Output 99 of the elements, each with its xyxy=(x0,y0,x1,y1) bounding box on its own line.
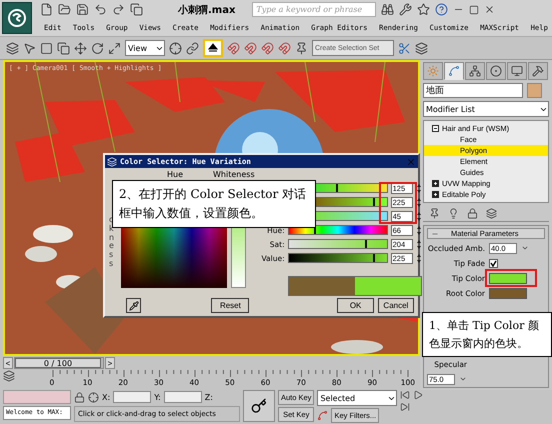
coordinate-label: Y: xyxy=(154,392,161,402)
panel-tab[interactable] xyxy=(465,62,485,80)
column-label: Whiteness xyxy=(213,170,255,179)
time-slider-thumb[interactable]: 0 / 100 xyxy=(15,358,101,368)
spinner-arrows-icon[interactable] xyxy=(416,210,422,222)
expand-box-icon[interactable] xyxy=(432,191,439,198)
panel-tab[interactable] xyxy=(444,62,464,80)
spinner-arrows-icon[interactable] xyxy=(416,182,422,194)
reset-button[interactable]: Reset xyxy=(211,298,250,313)
rotate-icon[interactable] xyxy=(91,42,104,54)
move-icon[interactable] xyxy=(74,42,87,54)
spinner-arrows-icon[interactable] xyxy=(416,238,422,250)
go-to-start-icon[interactable] xyxy=(400,390,410,400)
motion-icon[interactable] xyxy=(490,65,502,77)
save-icon[interactable] xyxy=(76,3,89,16)
angle-snap-icon[interactable] xyxy=(244,42,257,54)
lock-icon[interactable] xyxy=(74,392,85,402)
collapse-box-icon[interactable] xyxy=(432,125,439,132)
star-icon[interactable] xyxy=(417,3,430,16)
pin-icon[interactable] xyxy=(429,208,440,219)
tangent-icon[interactable] xyxy=(317,410,328,420)
panel-tab[interactable] xyxy=(486,62,506,80)
annotation-tooltip: 1、单击 Tip Color 颜色显示窗内的色块。 xyxy=(422,312,552,358)
hammer-icon[interactable] xyxy=(532,65,544,77)
scale-icon[interactable] xyxy=(108,42,121,54)
monitor-icon[interactable] xyxy=(511,65,523,77)
help-icon[interactable] xyxy=(435,3,448,16)
channel-slider[interactable] xyxy=(288,225,388,235)
coordinate-field[interactable] xyxy=(164,391,202,403)
object-color-swatch[interactable] xyxy=(527,83,542,98)
rectangle-selection-icon[interactable] xyxy=(40,42,53,54)
coordinate-field[interactable] xyxy=(113,391,152,403)
binoculars-icon[interactable] xyxy=(381,3,394,16)
modifier-list-dropdown[interactable]: Modifier List xyxy=(423,101,549,117)
redo-icon[interactable] xyxy=(112,3,125,16)
eyedropper-icon xyxy=(128,300,139,310)
lock-icon[interactable] xyxy=(467,208,478,219)
object-name-field[interactable]: 地面 xyxy=(423,83,523,98)
annotation-tooltip: 2、在打开的 Color Selector 对话框中输入数值，设置颜色。 xyxy=(112,180,316,228)
channel-slider[interactable] xyxy=(288,239,388,249)
previous-frame-button[interactable]: < xyxy=(3,357,13,369)
app-logo-icon[interactable] xyxy=(2,2,32,34)
old-color-swatch xyxy=(288,277,355,295)
select-icon[interactable] xyxy=(23,42,36,54)
undo-icon[interactable] xyxy=(94,3,107,16)
next-frame-button[interactable]: > xyxy=(105,357,115,369)
wrench-icon[interactable] xyxy=(399,3,412,16)
bulb-icon[interactable] xyxy=(448,208,459,219)
maxscript-listener-field[interactable] xyxy=(3,390,71,404)
slider-thumb[interactable] xyxy=(365,240,368,248)
spinner-arrows-icon[interactable] xyxy=(459,375,467,383)
spinner-arrows-icon[interactable] xyxy=(416,196,422,208)
snap-icon[interactable] xyxy=(227,42,240,54)
cancel-button[interactable]: Cancel xyxy=(378,298,414,313)
link-icon[interactable] xyxy=(186,42,199,54)
timeline-ruler[interactable] xyxy=(52,370,410,378)
open-folder-icon[interactable] xyxy=(58,3,71,16)
checkmark-icon xyxy=(490,260,497,266)
close-icon[interactable] xyxy=(484,4,496,15)
color-swatch[interactable] xyxy=(489,288,527,298)
column-label: Hue xyxy=(167,170,184,179)
spinner-arrows-icon[interactable] xyxy=(416,252,422,264)
expand-box-icon[interactable] xyxy=(432,180,439,187)
view-dropdown[interactable]: View xyxy=(125,40,165,56)
eyedropper-button[interactable] xyxy=(126,298,142,313)
key-mode-dropdown[interactable]: Selected xyxy=(317,390,398,406)
spinner-arrows-icon[interactable] xyxy=(416,224,422,236)
window-title: 小刺猬.max xyxy=(178,4,236,16)
checkbox[interactable] xyxy=(489,258,498,268)
panel-tab[interactable] xyxy=(507,62,527,80)
percent-snap-icon[interactable] xyxy=(261,42,274,54)
new-color-swatch xyxy=(354,277,421,295)
next-key-icon[interactable] xyxy=(400,402,410,412)
slider-thumb[interactable] xyxy=(373,254,376,262)
play-icon[interactable] xyxy=(413,390,424,400)
window-crossing-icon[interactable] xyxy=(57,42,70,54)
channel-slider[interactable] xyxy=(288,253,388,263)
new-file-icon[interactable] xyxy=(40,3,53,16)
transform-mode-icon[interactable] xyxy=(88,392,99,402)
key-icon xyxy=(251,398,267,414)
panel-tab[interactable] xyxy=(528,62,548,80)
coordinate-label: X: xyxy=(102,392,110,402)
hierarchy-icon[interactable] xyxy=(469,65,481,77)
coordinate-label: Z: xyxy=(204,392,213,402)
ok-button[interactable]: OK xyxy=(337,298,374,313)
highlight-frame xyxy=(379,182,417,224)
curve-icon[interactable] xyxy=(448,65,460,77)
slider-thumb[interactable] xyxy=(373,198,376,206)
spinner-snap-icon[interactable] xyxy=(278,42,291,54)
dialog-app-icon xyxy=(107,156,117,166)
active-tool-button[interactable] xyxy=(203,39,223,57)
search-field[interactable]: Type a keyword or phrase xyxy=(252,2,376,17)
maximize-icon[interactable] xyxy=(469,4,480,14)
eject-icon xyxy=(207,43,219,53)
slider-thumb[interactable] xyxy=(336,184,338,192)
set-key-button[interactable] xyxy=(243,390,275,422)
color-swatch[interactable] xyxy=(489,272,527,284)
spinner-arrows-icon[interactable] xyxy=(521,244,529,252)
pivot-icon[interactable] xyxy=(169,42,182,54)
